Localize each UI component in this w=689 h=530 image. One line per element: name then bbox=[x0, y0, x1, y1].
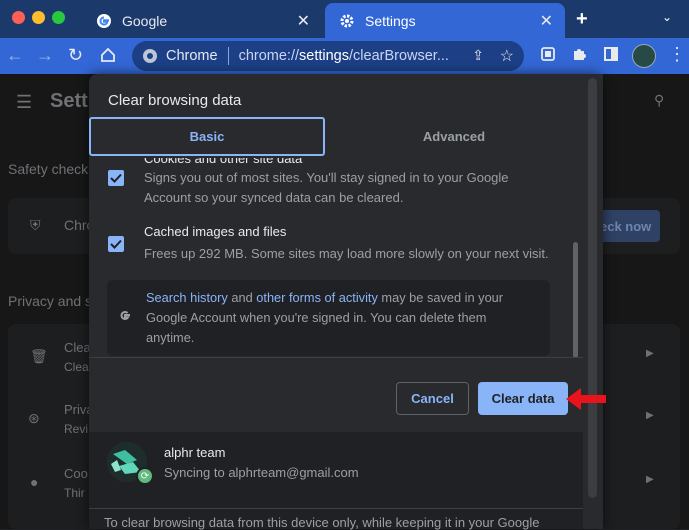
cancel-button[interactable]: Cancel bbox=[396, 382, 469, 415]
google-favicon-icon bbox=[96, 13, 112, 29]
sync-icon: ⟳ bbox=[136, 467, 154, 485]
chevron-right-icon: ▶ bbox=[646, 410, 654, 421]
check-now-button: eck now bbox=[596, 210, 660, 242]
chevron-right-icon: ▶ bbox=[646, 474, 654, 485]
dialog-title: Clear browsing data bbox=[108, 92, 242, 109]
toolbar: ← → ↻ Chrome chrome://settings/clearBrow… bbox=[0, 38, 689, 74]
close-tab-icon[interactable]: ✕ bbox=[540, 11, 553, 31]
gear-icon bbox=[339, 13, 355, 29]
omnibox-divider bbox=[227, 47, 229, 65]
settings-heading: Setti bbox=[50, 90, 94, 112]
outer-scrollbar[interactable] bbox=[588, 78, 597, 498]
site-chip-label: Chrome bbox=[166, 48, 218, 64]
menu-icon: ☰ bbox=[16, 92, 33, 112]
chevron-down-icon[interactable]: ⌄ bbox=[662, 10, 672, 24]
privacy-row-sub: Thir bbox=[64, 486, 85, 500]
other-activity-link[interactable]: other forms of activity bbox=[256, 290, 378, 305]
privacy-row-sub: Clea bbox=[64, 360, 89, 374]
extensions-puzzle-icon[interactable] bbox=[571, 46, 587, 67]
tab-basic[interactable]: Basic bbox=[89, 117, 325, 156]
cached-images-checkbox[interactable] bbox=[108, 236, 124, 252]
tab-google[interactable]: Google ✕ bbox=[82, 3, 322, 38]
tab-title: Google bbox=[122, 12, 168, 29]
bookmark-star-icon[interactable]: ☆ bbox=[500, 46, 514, 66]
privacy-heading: Privacy and s bbox=[8, 293, 93, 309]
screenshot-icon[interactable] bbox=[540, 46, 556, 67]
info-text: Search history and other forms of activi… bbox=[146, 290, 504, 345]
options-scroll-region[interactable]: Cookies and other site data Signs you ou… bbox=[89, 158, 583, 358]
safety-check-heading: Safety check bbox=[8, 161, 89, 177]
profile-avatar[interactable] bbox=[632, 44, 656, 68]
chrome-logo-icon bbox=[142, 48, 158, 68]
cookies-title: Cookies and other site data bbox=[144, 158, 303, 166]
cookies-desc-line1: Signs you out of most sites. You'll stay… bbox=[144, 170, 509, 185]
privacy-row-title: Coo bbox=[64, 466, 88, 481]
cookies-checkbox[interactable] bbox=[108, 170, 124, 186]
activity-info-box: Search history and other forms of activi… bbox=[107, 280, 550, 356]
maximize-window-button[interactable] bbox=[52, 11, 65, 24]
shield-icon: ⛨ bbox=[30, 217, 41, 233]
new-tab-icon[interactable]: + bbox=[576, 8, 588, 31]
outer-scrollbar-track bbox=[597, 74, 603, 529]
annotation-arrow-icon bbox=[565, 386, 607, 417]
footer-note: To clear browsing data from this device … bbox=[104, 515, 540, 530]
reload-icon[interactable]: ↻ bbox=[68, 45, 83, 66]
trash-icon: 🗑 bbox=[30, 348, 48, 364]
clear-data-button[interactable]: Clear data bbox=[478, 382, 568, 415]
inner-scrollbar[interactable] bbox=[573, 242, 578, 357]
google-g-icon bbox=[117, 308, 133, 329]
clear-browsing-data-dialog: Clear browsing data Basic Advanced Cooki… bbox=[89, 74, 603, 530]
minimize-window-button[interactable] bbox=[32, 11, 45, 24]
side-panel-icon[interactable] bbox=[603, 46, 619, 67]
url-text: chrome://settings/clearBrowser... bbox=[238, 48, 449, 64]
tab-advanced[interactable]: Advanced bbox=[325, 117, 583, 156]
tab-title: Settings bbox=[365, 12, 416, 29]
privacy-row-title: Clea bbox=[64, 340, 91, 355]
back-arrow-icon[interactable]: ← bbox=[6, 45, 24, 66]
forward-arrow-icon[interactable]: → bbox=[36, 45, 54, 66]
address-bar[interactable]: Chrome chrome://settings/clearBrowser...… bbox=[132, 41, 524, 71]
compass-icon: ⊛ bbox=[28, 410, 40, 426]
account-name: alphr team bbox=[164, 445, 226, 460]
cached-images-title: Cached images and files bbox=[144, 224, 287, 239]
divider bbox=[89, 508, 583, 509]
search-icon: ⚲ bbox=[654, 92, 665, 108]
title-bar: Google ✕ Settings ✕ + ⌄ bbox=[0, 0, 689, 38]
close-window-button[interactable] bbox=[12, 11, 25, 24]
search-history-link[interactable]: Search history bbox=[146, 290, 228, 305]
chevron-right-icon: ▶ bbox=[646, 348, 654, 359]
account-sync-status: Syncing to alphrteam@gmail.com bbox=[164, 465, 359, 480]
share-icon[interactable]: ⇪ bbox=[472, 47, 484, 64]
cached-images-desc: Frees up 292 MB. Some sites may load mor… bbox=[144, 246, 549, 261]
sync-account-section: ⟳ alphr team Syncing to alphrteam@gmail.… bbox=[89, 432, 583, 530]
cookie-icon: ● bbox=[30, 474, 39, 490]
close-tab-icon[interactable]: ✕ bbox=[297, 11, 310, 31]
cookies-desc-line2: Account so your synced data can be clear… bbox=[144, 190, 404, 205]
privacy-row-sub: Revi bbox=[64, 422, 89, 436]
more-menu-icon[interactable]: ⋮ bbox=[668, 44, 686, 65]
tab-settings[interactable]: Settings ✕ bbox=[325, 3, 565, 38]
home-icon[interactable] bbox=[100, 45, 116, 68]
